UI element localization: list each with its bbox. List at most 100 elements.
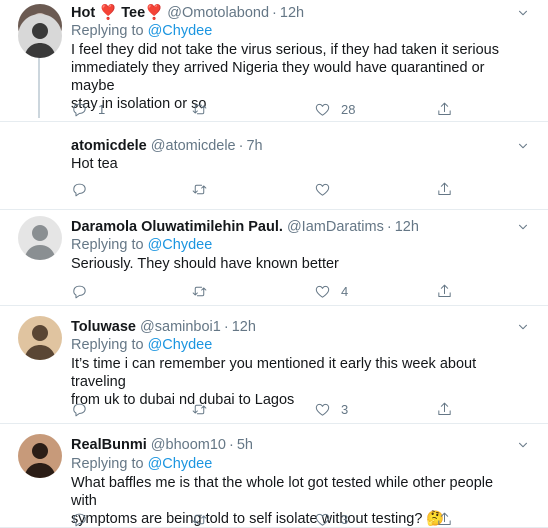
separator-dot: · [386,219,392,235]
retweet-icon [191,181,208,198]
user-handle[interactable]: @bhoom10 [151,437,226,453]
share-button[interactable] [436,510,453,528]
like-button[interactable]: 3 [314,510,348,528]
heart-icon [314,181,331,198]
display-name[interactable]: RealBunmi [71,437,147,453]
retweet-button[interactable] [191,180,218,198]
like-button[interactable]: 28 [314,100,355,118]
tweet-actions: 1 28 [71,100,511,118]
tweet-header: atomicdele @atomicdele · 7h [71,137,263,155]
tweet-text-line: Hot tea [71,156,118,172]
share-icon [436,511,453,528]
heart-icon [314,101,331,118]
tweet-actions: 3 [71,510,511,528]
tweet-text-line: immediately they arrived Nigeria they wo… [71,60,485,94]
replying-to: Replying to @Chydee [71,22,212,40]
retweet-button[interactable] [191,282,218,300]
replying-to-label: Replying to [71,23,144,39]
tweet-actions: 4 [71,282,511,300]
tweet-actions: 3 [71,400,511,418]
reply-icon [71,101,88,118]
replying-to: Replying to @Chydee [71,236,212,254]
reply-icon [71,511,88,528]
like-count: 3 [341,511,349,527]
tweet-header: Toluwase @saminboi1 · 12h [71,318,256,336]
tweet-actions [71,180,511,198]
chevron-down-icon[interactable] [516,220,530,234]
share-button[interactable] [436,400,453,418]
avatar[interactable] [18,434,62,478]
separator-dot: · [272,5,277,21]
reply-button[interactable]: 1 [71,100,105,118]
separator-dot: · [238,138,244,154]
user-handle[interactable]: @atomicdele [151,138,236,154]
share-icon [436,283,453,300]
like-button[interactable]: 3 [314,400,348,418]
chevron-down-icon[interactable] [516,438,530,452]
mention-link[interactable]: @Chydee [148,237,213,253]
retweet-icon [191,101,208,118]
replying-to: Replying to @Chydee [71,455,212,473]
replying-to-label: Replying to [71,237,144,253]
tweet-text-line: It’s time i can remember you mentioned i… [71,356,477,390]
share-button[interactable] [436,180,453,198]
timestamp[interactable]: 12h [395,219,419,235]
retweet-button[interactable] [191,510,218,528]
retweet-button[interactable] [191,100,218,118]
heart-icon [314,511,331,528]
share-icon [436,401,453,418]
tweet-text: Hot tea [71,155,511,173]
timestamp[interactable]: 12h [280,5,304,21]
timestamp[interactable]: 5h [237,437,253,453]
tweet-divider [0,423,548,424]
share-icon [436,101,453,118]
user-handle[interactable]: @IamDaratims [287,219,384,235]
tweet-text-line: I feel they did not take the virus serio… [71,42,499,58]
reply-button[interactable] [71,180,98,198]
timestamp[interactable]: 7h [246,138,262,154]
separator-dot: · [228,437,234,453]
retweet-icon [191,511,208,528]
user-handle[interactable]: @Omotolabond [167,5,269,21]
chevron-down-icon[interactable] [516,320,530,334]
user-handle[interactable]: @saminboi1 [140,319,221,335]
avatar[interactable] [18,14,62,58]
display-name[interactable]: atomicdele [71,138,147,154]
tweet-text: Seriously. They should have known better [71,255,511,273]
display-name[interactable]: Toluwase [71,319,136,335]
tweet-text-line: What baffles me is that the whole lot go… [71,475,494,509]
retweet-button[interactable] [191,400,218,418]
replying-to-label: Replying to [71,337,144,353]
reply-count: 1 [98,101,106,117]
reply-button[interactable] [71,400,98,418]
share-button[interactable] [436,282,453,300]
thread-connector [38,48,40,118]
share-icon [436,181,453,198]
mention-link[interactable]: @Chydee [148,456,213,472]
heart-icon [314,401,331,418]
retweet-icon [191,283,208,300]
display-name[interactable]: Daramola Oluwatimilehin Paul. [71,219,283,235]
tweet-header: Daramola Oluwatimilehin Paul. @IamDarati… [71,218,419,236]
chevron-down-icon[interactable] [516,6,530,20]
avatar[interactable] [18,216,62,260]
like-button[interactable] [314,180,341,198]
retweet-icon [191,401,208,418]
reply-icon [71,181,88,198]
tweet-text-line: Seriously. They should have known better [71,256,339,272]
tweet-divider [0,121,548,122]
mention-link[interactable]: @Chydee [148,23,213,39]
mention-link[interactable]: @Chydee [148,337,213,353]
chevron-down-icon[interactable] [516,139,530,153]
tweet-header: RealBunmi @bhoom10 · 5h [71,436,253,454]
like-button[interactable]: 4 [314,282,348,300]
like-count: 28 [341,101,356,117]
display-name[interactable]: Hot ❣️ Tee❣️ [71,5,163,21]
reply-button[interactable] [71,510,98,528]
reply-button[interactable] [71,282,98,300]
like-count: 4 [341,283,349,299]
tweet-divider [0,305,548,306]
share-button[interactable] [436,100,453,118]
avatar[interactable] [18,316,62,360]
timestamp[interactable]: 12h [232,319,256,335]
